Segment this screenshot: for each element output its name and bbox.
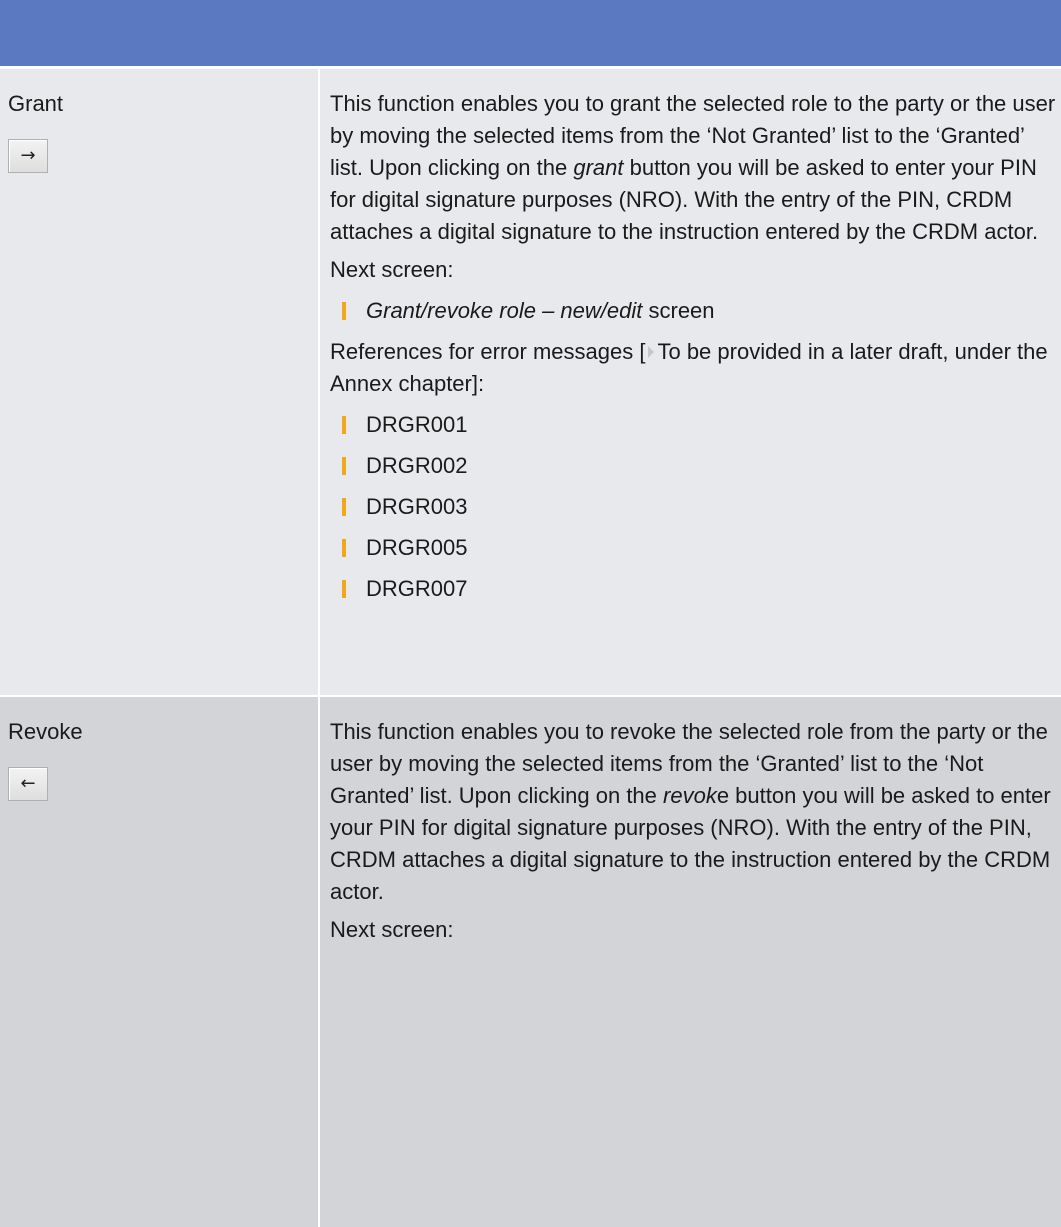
bullet-icon [342, 498, 346, 516]
refs-prefix: References for error messages [ [330, 339, 646, 364]
header-cell-function [0, 0, 318, 66]
bullet-icon [342, 416, 346, 434]
table-header [0, 0, 1061, 66]
list-item: DRGR005 [330, 532, 1061, 564]
table-row-revoke: Revoke ← This function enables you to re… [0, 697, 1061, 1227]
bullet-icon [342, 539, 346, 557]
description-cell-revoke: This function enables you to revoke the … [320, 697, 1061, 1227]
function-table: Grant → This function enables you to gra… [0, 0, 1061, 1227]
error-code: DRGR001 [366, 412, 468, 437]
grant-error-code-list: DRGR001 DRGR002 DRGR003 DRGR005 DRGR007 [330, 409, 1061, 605]
header-cell-description [320, 0, 1061, 66]
grant-description: This function enables you to grant the s… [330, 88, 1060, 248]
error-code: DRGR002 [366, 453, 468, 478]
error-code: DRGR003 [366, 494, 468, 519]
grant-button[interactable]: → [8, 139, 48, 173]
list-item: DRGR007 [330, 573, 1061, 605]
revoke-desc-italic: revok [663, 783, 717, 808]
list-item: DRGR002 [330, 450, 1061, 482]
error-code: DRGR007 [366, 576, 468, 601]
function-cell-grant: Grant → [0, 69, 318, 695]
next-screen-link[interactable]: Grant/revoke role – new/edit [366, 298, 642, 323]
function-name-grant: Grant [8, 91, 64, 116]
revoke-button[interactable]: ← [8, 767, 48, 801]
error-code: DRGR005 [366, 535, 468, 560]
next-screen-suffix: screen [642, 298, 715, 323]
list-item: Grant/revoke role – new/edit screen [330, 295, 1061, 327]
function-name-revoke: Revoke [8, 719, 83, 744]
table-row-grant: Grant → This function enables you to gra… [0, 69, 1061, 695]
bullet-icon [342, 580, 346, 598]
grant-next-screen-label: Next screen: [330, 257, 454, 282]
grant-desc-italic: grant [573, 155, 624, 180]
left-arrow-icon: ← [20, 773, 36, 794]
bullet-icon [342, 302, 346, 320]
right-arrow-icon: → [20, 145, 36, 166]
list-item: DRGR003 [330, 491, 1061, 523]
reference-arrow-icon [648, 346, 655, 358]
list-item: DRGR001 [330, 409, 1061, 441]
grant-error-refs: References for error messages [To be pro… [330, 336, 1060, 400]
refs-suffix: ]: [471, 371, 485, 396]
description-cell-grant: This function enables you to grant the s… [320, 69, 1061, 695]
revoke-next-screen-label: Next screen: [330, 917, 454, 942]
revoke-description: This function enables you to revoke the … [330, 716, 1060, 908]
grant-next-screen-list: Grant/revoke role – new/edit screen [330, 295, 1061, 327]
function-cell-revoke: Revoke ← [0, 697, 318, 1227]
bullet-icon [342, 457, 346, 475]
